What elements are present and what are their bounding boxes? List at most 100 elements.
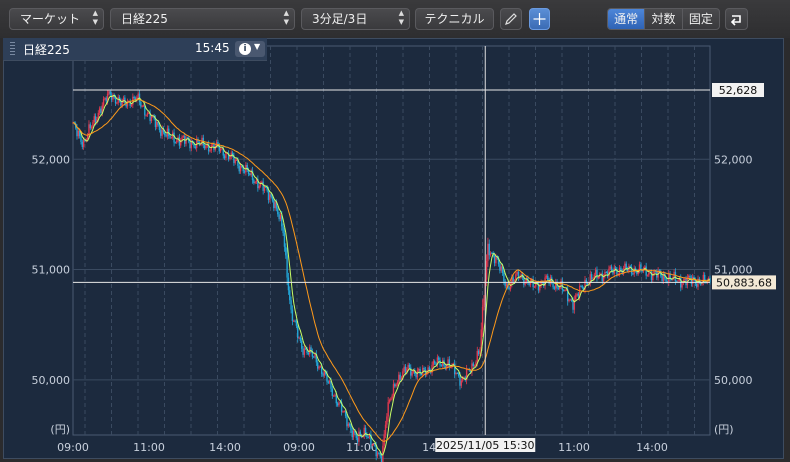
- candle-body: [411, 372, 413, 376]
- candle-body: [646, 275, 649, 277]
- candle-body: [221, 148, 223, 150]
- candle-body: [307, 352, 310, 355]
- candle-body: [194, 146, 197, 149]
- x-tick-label: 09:00: [283, 441, 315, 454]
- candle-body: [140, 102, 142, 107]
- candle-body: [356, 437, 359, 442]
- candle-body: [332, 395, 335, 397]
- candle-body: [590, 274, 593, 280]
- candle-body: [185, 137, 187, 144]
- y-tick-label: 51,000: [32, 264, 71, 277]
- candle-body: [116, 102, 118, 104]
- candle-body: [299, 337, 302, 342]
- candle-body: [265, 186, 267, 188]
- candle-body: [318, 366, 320, 369]
- candle-body: [219, 148, 222, 152]
- crosshair-label: 2025/11/05 15:30: [436, 439, 535, 452]
- candle-body: [516, 271, 518, 275]
- candle-body: [322, 373, 324, 376]
- candle-body: [109, 91, 111, 95]
- candle-body: [674, 271, 677, 282]
- candle-body: [160, 130, 162, 136]
- candle-body: [568, 299, 570, 302]
- y-unit-label-right: (円): [714, 423, 734, 436]
- candle-body: [290, 300, 292, 310]
- candle-body: [449, 367, 452, 369]
- x-tick-label: 11:00: [346, 441, 378, 454]
- candle-body: [282, 226, 284, 234]
- candle-body: [336, 403, 339, 406]
- candle-body: [351, 430, 353, 438]
- candle-body: [580, 285, 582, 287]
- candle-body: [581, 286, 584, 288]
- candle-body: [235, 159, 238, 161]
- candle-body: [632, 273, 634, 275]
- candle-body: [141, 105, 143, 107]
- candle-body: [404, 366, 407, 373]
- candle-body: [545, 275, 548, 278]
- price-chart[interactable]: 52,000 52,000 51,000 51,000 50,000 50,000 (円) (…: [0, 0, 790, 462]
- candle-body: [298, 337, 300, 339]
- x-tick-label: 11:00: [133, 441, 165, 454]
- candle-body: [297, 325, 299, 339]
- candle-body: [289, 290, 291, 301]
- info-icon: i: [239, 43, 251, 55]
- candle-body: [169, 135, 171, 138]
- candle-body: [243, 171, 246, 173]
- candle-body: [209, 150, 211, 152]
- candle-body: [594, 269, 597, 275]
- candle-body: [352, 430, 355, 438]
- candle-body: [570, 299, 573, 301]
- candle-body: [505, 283, 508, 287]
- candle-body: [277, 208, 279, 215]
- candle-body: [625, 263, 627, 269]
- chart-time: 15:45: [195, 41, 230, 55]
- candle-body: [499, 264, 501, 271]
- candle-body: [455, 373, 457, 375]
- candle-body: [387, 402, 389, 417]
- candle-body: [301, 341, 303, 349]
- candle-body: [303, 348, 306, 355]
- candle-body: [371, 444, 373, 446]
- candle-body: [423, 367, 425, 370]
- candle-body: [164, 132, 166, 136]
- candle-body: [270, 194, 272, 197]
- candle-body: [168, 128, 170, 136]
- candle-body: [563, 290, 565, 292]
- candle-body: [372, 444, 375, 446]
- candle-body: [105, 98, 107, 102]
- candle-body: [689, 275, 691, 278]
- candle-body: [348, 423, 351, 426]
- candle-body: [399, 374, 401, 380]
- dropdown-arrow-icon: ▼: [254, 42, 261, 51]
- candle-body: [681, 283, 683, 288]
- candle-body: [100, 108, 102, 114]
- drag-grip-icon[interactable]: [10, 42, 15, 56]
- candle-body: [513, 280, 516, 282]
- info-menu-button[interactable]: i ▼: [235, 41, 265, 57]
- candle-body: [459, 375, 461, 386]
- plot-border: [72, 45, 711, 436]
- candle-body: [392, 384, 395, 396]
- candle-body: [576, 293, 578, 296]
- candle-body: [146, 112, 149, 116]
- candle-body: [574, 295, 577, 300]
- candle-body: [190, 141, 193, 149]
- candle-body: [383, 434, 385, 446]
- x-tick-label: 11:00: [558, 441, 590, 454]
- candle-body: [415, 374, 417, 378]
- y-tick-label-right: 50,000: [714, 374, 753, 387]
- candle-body: [253, 180, 255, 184]
- candle-body: [376, 452, 379, 457]
- candle-body: [394, 384, 396, 387]
- reference-label: 52,628: [719, 84, 758, 97]
- candle-body: [89, 124, 91, 129]
- candle-body: [211, 144, 214, 146]
- candle-body: [80, 136, 82, 142]
- candle-body: [553, 287, 556, 289]
- candle-body: [407, 364, 409, 370]
- candle-body: [577, 293, 580, 297]
- candle-body: [258, 185, 260, 189]
- candle-body: [225, 153, 227, 159]
- candle-body: [435, 363, 437, 365]
